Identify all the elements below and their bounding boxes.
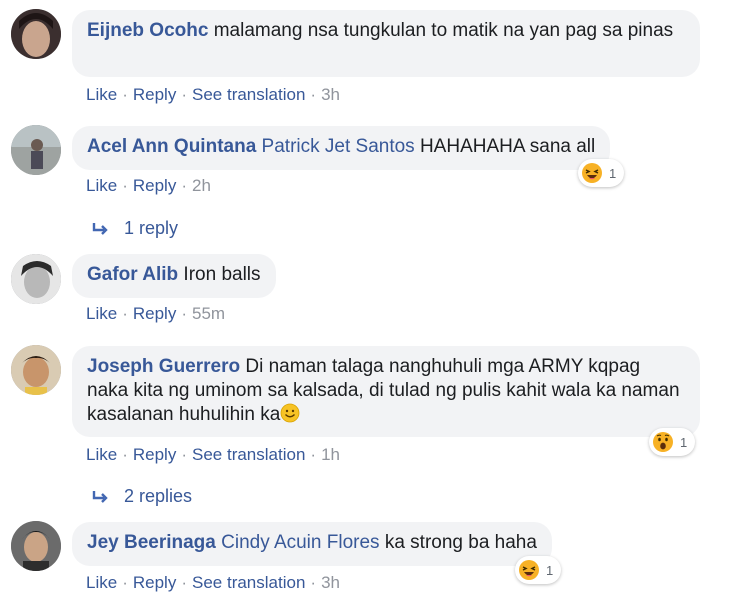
see-translation-link[interactable]: See translation: [192, 85, 305, 104]
reply-link[interactable]: Reply: [133, 573, 176, 592]
view-replies-link[interactable]: 2 replies: [92, 486, 192, 507]
comment-author[interactable]: Eijneb Ocohc: [87, 20, 208, 41]
like-link[interactable]: Like: [86, 304, 117, 323]
reply-arrow-icon: [92, 490, 108, 503]
comment-text: Iron balls: [183, 264, 261, 285]
comment-author[interactable]: Gafor Alib: [87, 264, 178, 285]
mention-link[interactable]: Patrick Jet Santos: [262, 136, 415, 157]
reaction-badge[interactable]: 1: [515, 556, 562, 584]
avatar[interactable]: [11, 521, 61, 571]
view-replies-link[interactable]: 1 reply: [92, 218, 178, 239]
avatar[interactable]: [11, 9, 61, 59]
comment-timestamp[interactable]: 1h: [321, 445, 340, 464]
like-link[interactable]: Like: [86, 176, 117, 195]
replies-count-label[interactable]: 1 reply: [124, 218, 178, 239]
comment-actions: Like · Reply · 55m: [86, 304, 226, 323]
wow-emoji-icon: [653, 432, 673, 452]
reply-link[interactable]: Reply: [133, 176, 176, 195]
avatar[interactable]: [11, 125, 61, 175]
comment-timestamp[interactable]: 3h: [321, 573, 340, 592]
comment-author[interactable]: Acel Ann Quintana: [87, 136, 256, 157]
like-link[interactable]: Like: [86, 573, 117, 592]
reply-link[interactable]: Reply: [133, 304, 176, 323]
comment-author[interactable]: Joseph Guerrero: [87, 356, 240, 377]
smile-emoji-icon: [280, 403, 300, 423]
comment-text: malamang nsa tungkulan to matik na yan p…: [213, 20, 674, 41]
comment-bubble: Gafor Alib Iron balls: [72, 254, 276, 298]
comment-bubble: Jey Beerinaga Cindy Acuin Flores ka stro…: [72, 522, 552, 566]
see-translation-link[interactable]: See translation: [192, 573, 305, 592]
like-link[interactable]: Like: [86, 445, 117, 464]
see-translation-link[interactable]: See translation: [192, 445, 305, 464]
comment-text: HAHAHAHA sana all: [419, 136, 596, 157]
comment-actions: Like · Reply · 2h: [86, 176, 211, 195]
comment-bubble: Eijneb Ocohc malamang nsa tungkulan to m…: [72, 10, 700, 77]
replies-count-label[interactable]: 2 replies: [124, 486, 192, 507]
haha-emoji-icon: [519, 560, 539, 580]
reply-link[interactable]: Reply: [133, 85, 176, 104]
reaction-badge[interactable]: 1: [649, 428, 696, 456]
comment-timestamp[interactable]: 55m: [192, 304, 225, 323]
comment-bubble: Joseph Guerrero Di naman talaga nanghuhu…: [72, 346, 700, 437]
haha-emoji-icon: [582, 163, 602, 183]
comment-timestamp[interactable]: 2h: [192, 176, 211, 195]
reaction-count: 1: [546, 562, 554, 578]
comment-actions: Like · Reply · See translation · 1h: [86, 445, 340, 464]
reaction-count: 1: [609, 165, 617, 181]
comment-actions: Like · Reply · See translation · 3h: [86, 573, 340, 592]
comment-author[interactable]: Jey Beerinaga: [87, 532, 216, 553]
like-link[interactable]: Like: [86, 85, 117, 104]
comment-text: ka strong ba haha: [384, 532, 537, 553]
reply-link[interactable]: Reply: [133, 445, 176, 464]
mention-link[interactable]: Cindy Acuin Flores: [221, 532, 379, 553]
avatar[interactable]: [11, 254, 61, 304]
comment-bubble: Acel Ann Quintana Patrick Jet Santos HAH…: [72, 126, 611, 170]
comment-timestamp[interactable]: 3h: [321, 85, 340, 104]
avatar[interactable]: [11, 345, 61, 395]
reaction-count: 1: [680, 434, 688, 450]
reaction-badge[interactable]: 1: [578, 159, 625, 187]
comment-actions: Like · Reply · See translation · 3h: [86, 85, 340, 104]
reply-arrow-icon: [92, 222, 108, 235]
